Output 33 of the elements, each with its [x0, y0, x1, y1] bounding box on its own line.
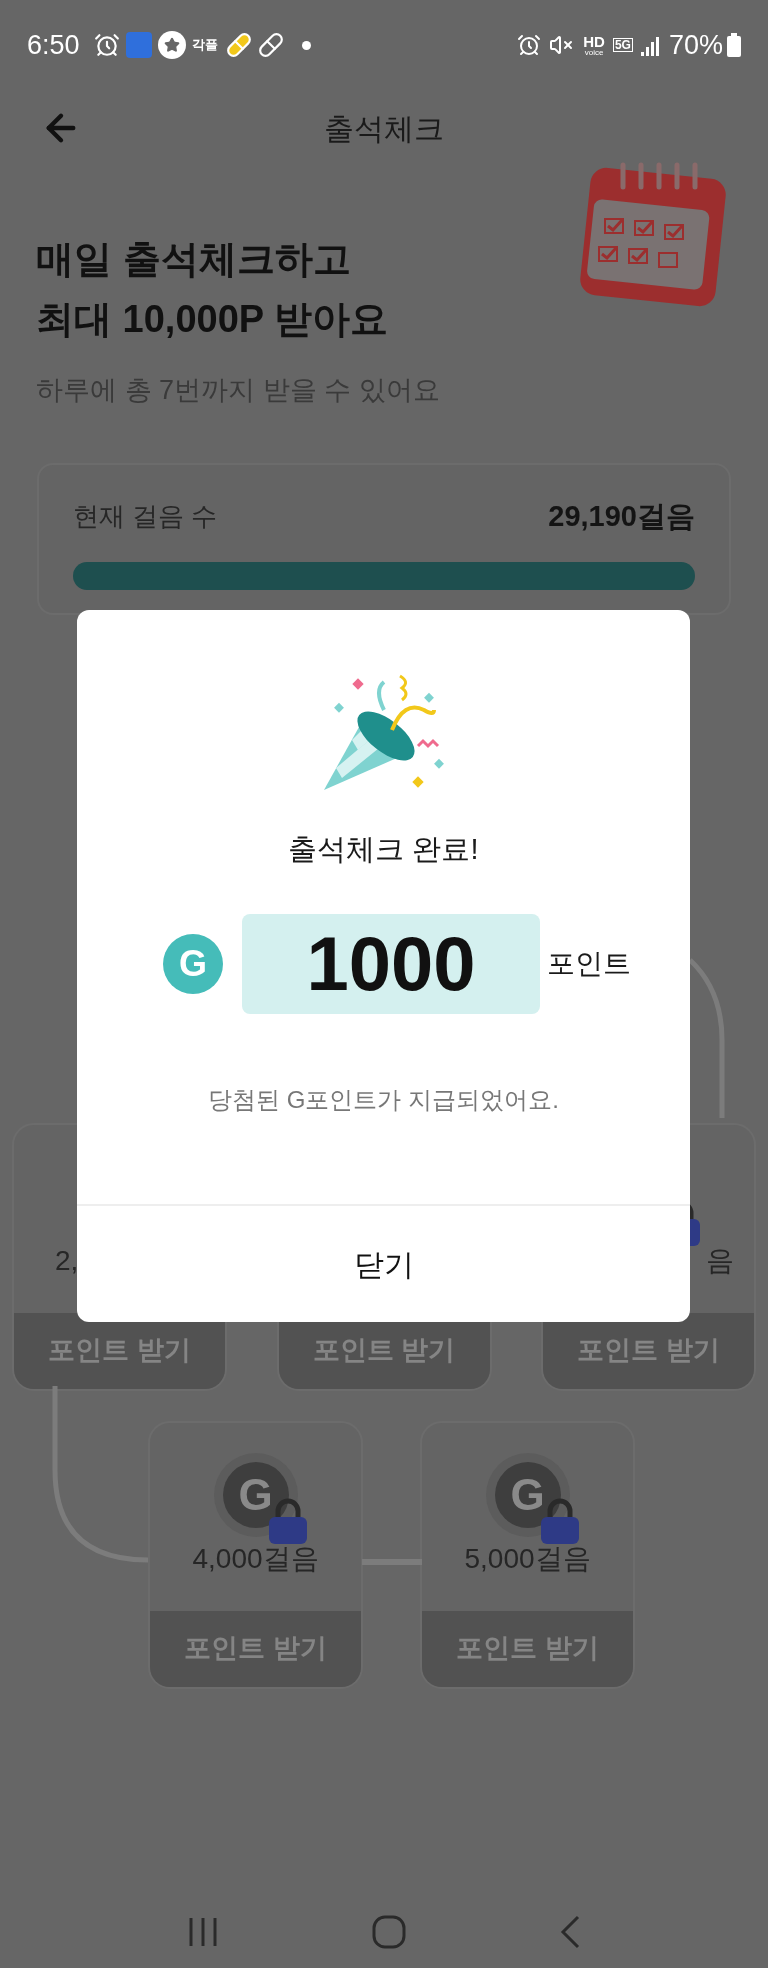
- signal-icon: [640, 34, 661, 56]
- coin-icon: G: [485, 1452, 570, 1537]
- steps-label: 음: [706, 1246, 734, 1275]
- steps-label: 현재 걸음 수: [73, 499, 218, 533]
- pill-icon: [225, 32, 252, 58]
- steps-label: 5,000걸음: [464, 1544, 591, 1573]
- clock-time: 6:50: [27, 28, 80, 62]
- battery-icon: [727, 33, 741, 57]
- voice-label: voice: [584, 48, 604, 57]
- connector-line: [362, 1559, 422, 1565]
- coin-icon: G: [213, 1452, 298, 1537]
- steps-value: 29,190걸음: [548, 498, 695, 534]
- points-box: 1000: [242, 913, 540, 1014]
- alarm-icon: [93, 32, 120, 58]
- hd-label: HD: [583, 33, 605, 49]
- app-icon: [125, 32, 152, 58]
- mute-icon: [549, 33, 574, 57]
- points-unit: 포인트: [547, 946, 631, 981]
- headline: 최대 10,000P 받아요: [36, 297, 389, 342]
- app-label: 각플: [191, 36, 218, 55]
- steps-label: 2,: [55, 1246, 79, 1275]
- close-button[interactable]: 닫기: [77, 1204, 690, 1322]
- steps-label: 4,000걸음: [192, 1544, 319, 1573]
- network-label: 5G: [612, 38, 633, 52]
- dialog-message: 당첨된 G포인트가 지급되었어요.: [208, 1084, 559, 1115]
- page-title: 출석체크: [324, 110, 444, 147]
- coin-icon: G: [163, 933, 223, 994]
- home-icon[interactable]: [371, 1914, 407, 1950]
- pill-icon: [257, 32, 284, 58]
- dialog-title: 출석체크 완료!: [288, 832, 479, 867]
- headline: 매일 출석체크하고: [36, 237, 352, 282]
- alarm-icon: [517, 33, 542, 57]
- battery-percent: 70%: [668, 28, 723, 62]
